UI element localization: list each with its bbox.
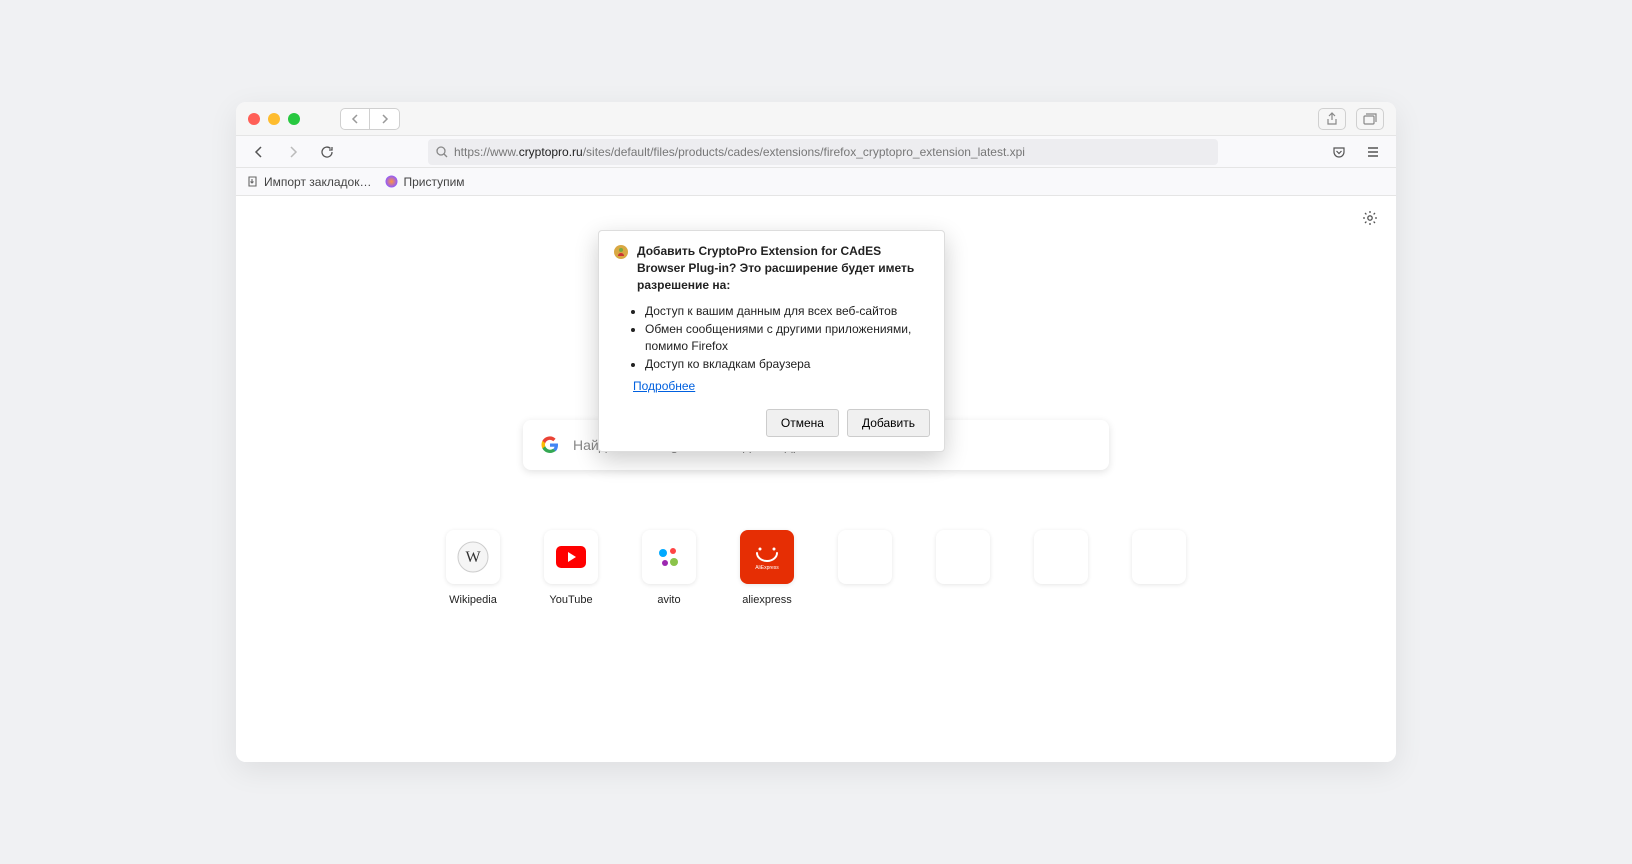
wikipedia-icon: W (457, 541, 489, 573)
extension-install-popup: Добавить CryptoPro Extension for CAdES B… (598, 230, 945, 452)
tile-empty[interactable] (1132, 530, 1186, 606)
forward-button[interactable] (280, 139, 306, 165)
url-text: https://www.cryptopro.ru/sites/default/f… (454, 145, 1025, 159)
tile-avito[interactable]: avito (642, 530, 696, 606)
permission-item: Обмен сообщениями с другими приложениями… (645, 321, 930, 356)
svg-text:W: W (465, 549, 481, 566)
tile-aliexpress[interactable]: AliExpress aliexpress (740, 530, 794, 606)
settings-button[interactable] (1362, 210, 1378, 231)
reload-button[interactable] (314, 139, 340, 165)
maximize-window-button[interactable] (288, 113, 300, 125)
aliexpress-icon: AliExpress (749, 539, 785, 575)
popup-permissions-list: Доступ к вашим данным для всех веб-сайто… (641, 303, 930, 373)
url-bar[interactable]: https://www.cryptopro.ru/sites/default/f… (428, 139, 1218, 165)
youtube-icon (556, 546, 586, 568)
history-back-button[interactable] (340, 108, 370, 130)
share-button[interactable] (1318, 108, 1346, 130)
tile-label: YouTube (549, 594, 592, 606)
import-bookmarks-button[interactable]: Импорт закладок… (246, 175, 371, 189)
tabs-overview-button[interactable] (1356, 108, 1384, 130)
back-button[interactable] (246, 139, 272, 165)
nav-bar: https://www.cryptopro.ru/sites/default/f… (236, 136, 1396, 168)
menu-button[interactable] (1360, 139, 1386, 165)
traffic-lights (248, 113, 300, 125)
tab-history-buttons (340, 108, 400, 130)
pocket-button[interactable] (1326, 139, 1352, 165)
minimize-window-button[interactable] (268, 113, 280, 125)
top-sites: W Wikipedia YouTube avito AliExpress ali… (236, 530, 1396, 606)
add-button[interactable]: Добавить (847, 409, 930, 437)
title-bar (236, 102, 1396, 136)
permission-item: Доступ к вашим данным для всех веб-сайто… (645, 303, 930, 320)
tile-label: Wikipedia (449, 594, 497, 606)
popup-title: Добавить CryptoPro Extension for CAdES B… (637, 243, 930, 293)
bookmarks-bar: Импорт закладок… Приступим (236, 168, 1396, 196)
import-icon (246, 175, 259, 188)
firefox-favicon-icon (385, 175, 398, 188)
permission-item: Доступ ко вкладкам браузера (645, 356, 930, 373)
extension-icon (613, 244, 629, 260)
tile-wikipedia[interactable]: W Wikipedia (446, 530, 500, 606)
tile-youtube[interactable]: YouTube (544, 530, 598, 606)
search-icon (436, 146, 448, 158)
cancel-button[interactable]: Отмена (766, 409, 839, 437)
tile-label: avito (657, 594, 680, 606)
learn-more-link[interactable]: Подробнее (633, 379, 695, 393)
history-forward-button[interactable] (370, 108, 400, 130)
tile-label: aliexpress (742, 594, 792, 606)
bookmark-getting-started[interactable]: Приступим (385, 175, 464, 189)
svg-text:AliExpress: AliExpress (755, 565, 779, 571)
bookmark-getting-started-label: Приступим (403, 175, 464, 189)
close-window-button[interactable] (248, 113, 260, 125)
import-bookmarks-label: Импорт закладок… (264, 175, 371, 189)
tile-empty[interactable] (838, 530, 892, 606)
google-icon (541, 436, 559, 454)
browser-window: https://www.cryptopro.ru/sites/default/f… (236, 102, 1396, 762)
tile-empty[interactable] (936, 530, 990, 606)
avito-icon (655, 543, 683, 571)
tile-empty[interactable] (1034, 530, 1088, 606)
